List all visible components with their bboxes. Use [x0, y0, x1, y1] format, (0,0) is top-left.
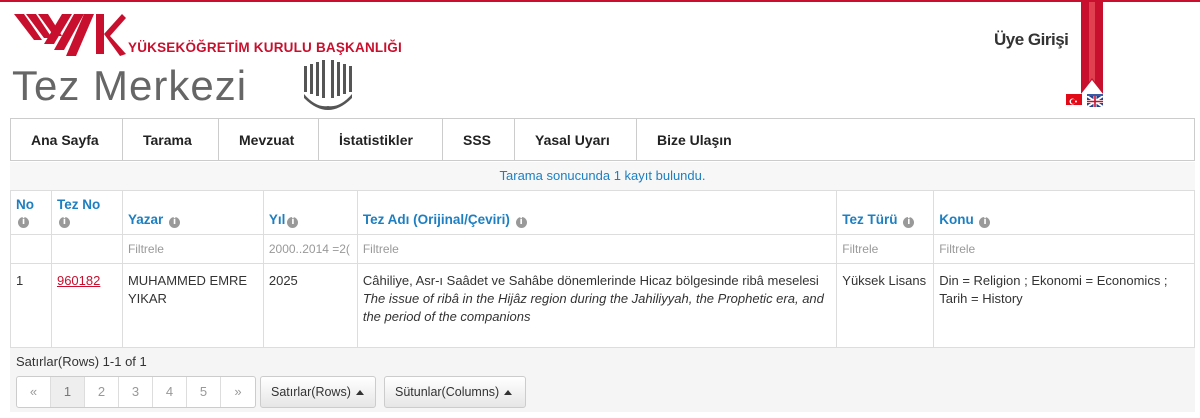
- header-no[interactable]: No i: [10, 190, 52, 235]
- cell-tez-no: 960182: [50, 263, 123, 348]
- table-row: 1 960182 MUHAMMED EMRE YIKAR 2025 Câhili…: [10, 263, 1195, 348]
- book-icon: [304, 60, 352, 110]
- header-tez-turu[interactable]: Tez Türü i: [836, 190, 935, 235]
- filter-yazar-input[interactable]: Filtrele: [121, 234, 264, 264]
- ribbon-icon: [1081, 2, 1103, 94]
- site-title: Tez Merkezi: [12, 62, 248, 109]
- nav-item-mevzuat[interactable]: Mevzuat: [219, 119, 319, 160]
- page-last-button[interactable]: »: [221, 377, 255, 407]
- member-login-link[interactable]: Üye Girişi: [994, 30, 1069, 50]
- filter-tez-adi-input[interactable]: Filtrele: [356, 234, 838, 264]
- filter-row: Filtrele 2000..2014 =2( Filtrele Filtrel…: [10, 234, 1195, 264]
- page-5-button[interactable]: 5: [187, 377, 221, 407]
- nav-item-tarama[interactable]: Tarama: [123, 119, 219, 160]
- title-original: Câhiliye, Asr-ı Saâdet ve Sahâbe dönemle…: [362, 273, 819, 288]
- filter-tez-no: [50, 234, 123, 264]
- info-icon[interactable]: i: [515, 217, 527, 228]
- header-yazar[interactable]: Yazar i: [121, 190, 264, 235]
- header-tez-no[interactable]: Tez No i: [50, 190, 123, 235]
- nav-item-istatistikler[interactable]: İstatistikler: [319, 119, 443, 160]
- org-name: YÜKSEKÖĞRETİM KURULU BAŞKANLIĞI: [128, 40, 402, 55]
- page-3-button[interactable]: 3: [119, 377, 153, 407]
- nav-item-sss[interactable]: SSS: [443, 119, 515, 160]
- cell-no: 1: [10, 263, 52, 348]
- header-tez-adi[interactable]: Tez Adı (Orijinal/Çeviri) i: [356, 190, 838, 235]
- page-first-button[interactable]: «: [17, 377, 51, 407]
- main-nav: Ana Sayfa Tarama Mevzuat İstatistikler S…: [10, 118, 1195, 161]
- logo[interactable]: YÜKSEKÖĞRETİM KURULU BAŞKANLIĞI Tez Merk…: [10, 4, 402, 116]
- page-1-button[interactable]: 1: [51, 377, 85, 407]
- page-4-button[interactable]: 4: [153, 377, 187, 407]
- result-count-text: Tarama sonucunda 1 kayıt bulundu.: [10, 162, 1195, 190]
- english-flag-icon[interactable]: [1086, 94, 1104, 108]
- cell-tez-turu: Yüksek Lisans: [836, 263, 935, 348]
- filter-no: [10, 234, 52, 264]
- cell-yazar: MUHAMMED EMRE YIKAR: [121, 263, 264, 348]
- filter-tez-turu-input[interactable]: Filtrele: [836, 234, 935, 264]
- table-header-row: No i Tez No i Yazar i Yıl i Tez Adı (Orijin…: [10, 190, 1195, 235]
- rows-info: Satırlar(Rows) 1-1 of 1: [16, 354, 147, 369]
- info-icon[interactable]: i: [18, 217, 29, 228]
- title-translation: The issue of ribâ in the Hijâz region du…: [362, 291, 824, 324]
- filter-konu-input[interactable]: Filtrele: [933, 234, 1195, 264]
- nav-item-bize-ulasin[interactable]: Bize Ulaşın: [637, 119, 757, 160]
- turkish-flag-icon[interactable]: [1066, 94, 1082, 105]
- info-icon[interactable]: i: [168, 217, 180, 228]
- yok-logo-icon: [14, 14, 126, 56]
- info-icon[interactable]: i: [58, 217, 70, 228]
- cell-yil: 2025: [262, 263, 358, 348]
- results-table: No i Tez No i Yazar i Yıl i Tez Adı (Orijin…: [10, 190, 1195, 348]
- thesis-number-link[interactable]: 960182: [57, 273, 100, 288]
- table-footer: Satırlar(Rows) 1-1 of 1 « 1 2 3 4 5 » Sa…: [10, 348, 1195, 412]
- pagination: « 1 2 3 4 5 »: [16, 376, 256, 408]
- filter-yil-input[interactable]: 2000..2014 =2(: [262, 234, 358, 264]
- nav-item-ana-sayfa[interactable]: Ana Sayfa: [11, 119, 123, 160]
- info-icon[interactable]: i: [903, 217, 915, 228]
- nav-item-yasal-uyari[interactable]: Yasal Uyarı: [515, 119, 637, 160]
- page-2-button[interactable]: 2: [85, 377, 119, 407]
- cell-tez-adi: Câhiliye, Asr-ı Saâdet ve Sahâbe dönemle…: [356, 263, 838, 348]
- info-icon[interactable]: i: [979, 217, 991, 228]
- caret-up-icon: [355, 389, 364, 395]
- header-konu[interactable]: Konu i: [933, 190, 1195, 235]
- columns-dropdown-button[interactable]: Sütunlar(Columns): [384, 376, 526, 408]
- cell-konu: Din = Religion ; Ekonomi = Economics ; T…: [933, 263, 1195, 348]
- rows-dropdown-button[interactable]: Satırlar(Rows): [260, 376, 376, 408]
- caret-up-icon: [504, 389, 513, 395]
- header-yil[interactable]: Yıl i: [262, 190, 358, 235]
- info-icon[interactable]: i: [287, 217, 299, 228]
